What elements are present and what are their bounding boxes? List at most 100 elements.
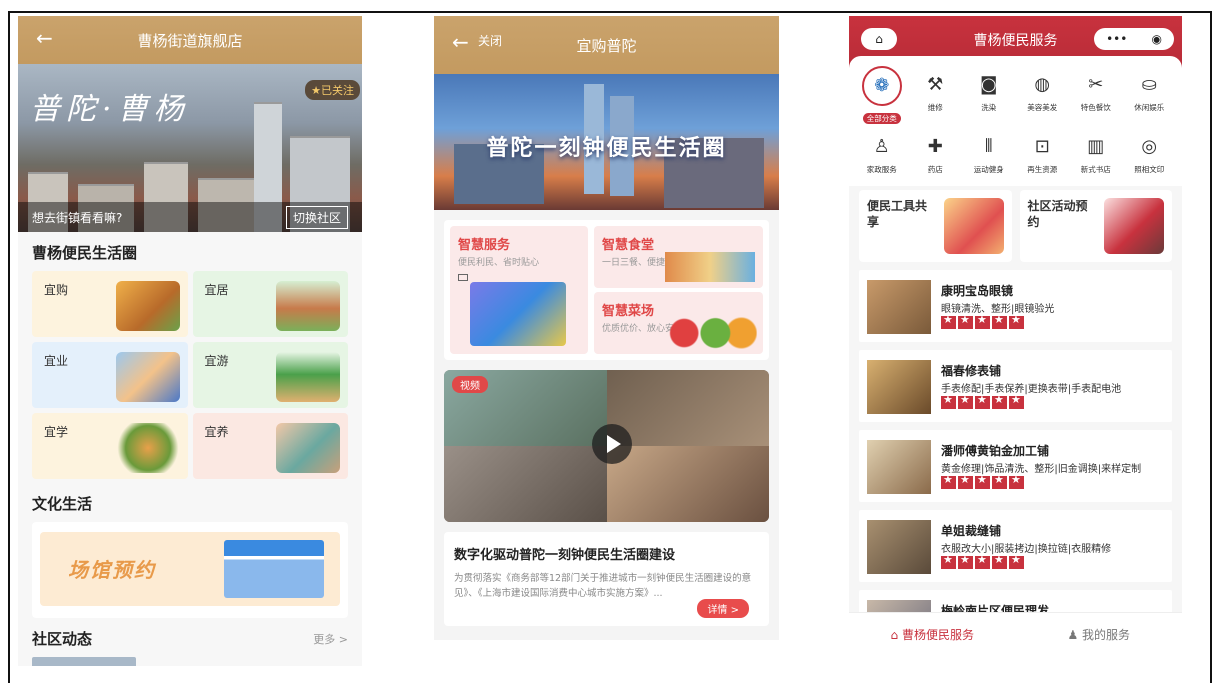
close-button[interactable]: 关闭	[478, 32, 502, 49]
camera-icon: ◎	[1141, 136, 1158, 157]
category-panel: ❁ 全部分类 ⚒ 维修 ◙ 洗染 ◍ 美容美发 ✂ 特色餐饮 ⛀ 休闲娱乐 ♙ 家政服务 ✚ 药店 ⦀ 运动健身 ⊡…	[849, 56, 1182, 186]
activity-booking-card[interactable]: 社区活动预约	[1019, 190, 1172, 262]
star-icon	[958, 313, 973, 329]
detail-button[interactable]: 详情 >	[697, 599, 749, 618]
category-recycle[interactable]: ⊡ 再生资源	[1016, 128, 1070, 182]
shop-name: 福春修表铺	[941, 364, 1002, 378]
promo-banner[interactable]: 普陀一刻钟便民生活圈	[434, 74, 779, 210]
dining-icon: ✂	[1088, 74, 1104, 95]
washer-icon: ◙	[980, 74, 998, 95]
shop-row[interactable]: 潘师傅黄铂金加工铺黄金修理|饰品清洗、整形|旧金调换|来样定制	[859, 430, 1172, 502]
leisure-icon: ⛀	[1141, 74, 1157, 95]
category-dining[interactable]: ✂ 特色餐饮	[1069, 66, 1123, 120]
mini-program-capsule: ••• ◉	[1094, 28, 1174, 50]
header-bar: ← 曹杨街道旗舰店	[18, 16, 362, 64]
star-icon	[1009, 553, 1024, 569]
category-camera[interactable]: ◎ 照相文印	[1123, 128, 1177, 182]
star-icon	[941, 553, 956, 569]
news-body: 为贯彻落实《商务部等12部门关于推进城市一刻钟便民生活圈建设的意见》、《上海市建…	[454, 573, 752, 599]
shop-row[interactable]: 康明宝岛眼镜 眼镜清洗、整形|眼镜验光	[859, 270, 1172, 342]
star-icon	[1009, 393, 1024, 409]
category-tools[interactable]: ⚒ 维修	[909, 66, 963, 120]
video-player[interactable]: 视频	[444, 370, 769, 522]
back-arrow-icon[interactable]: ←	[36, 26, 53, 50]
shop-row[interactable]: 福春修表铺 手表修配|手表保养|更换表带|手表配电池	[859, 350, 1172, 422]
back-arrow-icon[interactable]: ←	[452, 30, 469, 54]
star-icon	[941, 313, 956, 329]
recycle-icon: ⊡	[1034, 136, 1050, 157]
venue-booking-card[interactable]: 场馆预约	[32, 522, 348, 618]
pharmacy-icon: ✚	[927, 136, 943, 157]
card-smart-canteen[interactable]: 智慧食堂 一日三餐、便捷舒心	[594, 226, 763, 288]
home-tab-icon: ⌂	[890, 628, 902, 642]
rating-stars	[941, 393, 1024, 409]
section-title-life: 曹杨便民生活圈	[32, 244, 138, 262]
calendar-icon	[224, 540, 324, 598]
play-icon[interactable]	[592, 424, 632, 464]
shop-thumbnail	[867, 360, 931, 414]
tile-living[interactable]: 宜居	[192, 271, 348, 337]
tile-study[interactable]: 宜学	[32, 413, 188, 479]
user-icon: ♟	[1067, 628, 1083, 642]
video-tag: 视频	[452, 376, 488, 393]
switch-community-button[interactable]: 切换社区	[285, 205, 348, 229]
category-pharmacy[interactable]: ✚ 药店	[909, 128, 963, 182]
star-icon	[992, 473, 1007, 489]
category-washer[interactable]: ◙ 洗染	[962, 66, 1016, 120]
tool-share-card[interactable]: 便民工具共享	[859, 190, 1012, 262]
news-title: 数字化驱动普陀一刻钟便民生活圈建设	[454, 548, 676, 563]
category-bookstore[interactable]: ▥ 新式书店	[1069, 128, 1123, 182]
news-card[interactable]: 数字化驱动普陀一刻钟便民生活圈建设 为贯彻落实《商务部等12部门关于推进城市一刻…	[444, 532, 769, 626]
street-banner: 普陀·曹杨 ★已关注 想去街镇看看嘛? 切换社区	[18, 64, 362, 232]
tile-shopping[interactable]: 宜购	[32, 271, 188, 337]
star-icon	[992, 313, 1007, 329]
star-icon	[975, 553, 990, 569]
star-icon	[975, 473, 990, 489]
shop-name: 潘师傅黄铂金加工铺	[941, 444, 1050, 458]
office-icon	[115, 352, 180, 402]
phone-caoyang-service: ⌂ 曹杨便民服务 ••• ◉ ❁ 全部分类 ⚒ 维修 ◙ 洗染 ◍ 美容美发 ✂ 特色餐饮 ⛀ 休闲娱…	[849, 16, 1182, 656]
star-icon	[1009, 473, 1024, 489]
tab-service[interactable]: ⌂ 曹杨便民服务	[849, 613, 1016, 656]
tile-elderly[interactable]: 宜养	[192, 413, 348, 479]
shop-thumbnail	[867, 440, 931, 494]
house-icon	[276, 281, 340, 331]
category-grid[interactable]: ❁ 全部分类	[855, 66, 909, 124]
smart-terminal-icon	[470, 282, 566, 346]
category-fitness[interactable]: ⦀ 运动健身	[962, 128, 1016, 182]
phone-yigou-putuo: ← 关闭 宜购普陀 普陀一刻钟便民生活圈 智慧服务 便民利民、省时贴心 智慧食堂…	[434, 16, 779, 640]
header-bar: ← 关闭 宜购普陀	[434, 16, 779, 74]
category-leisure[interactable]: ⛀ 休闲娱乐	[1123, 66, 1177, 120]
banner-footer: 想去街镇看看嘛? 切换社区	[18, 202, 362, 232]
life-tile-grid: 宜购 宜居 宜业 宜游 宜学 宜养	[18, 271, 362, 479]
star-icon	[1009, 313, 1024, 329]
page-title: 曹杨街道旗舰店	[137, 31, 243, 50]
tools-icon: ⚒	[927, 74, 944, 95]
activity-people-icon	[1104, 198, 1164, 254]
more-dots-icon[interactable]: •••	[1106, 32, 1127, 46]
store-badge-icon	[458, 274, 468, 281]
star-icon	[975, 393, 990, 409]
shop-desc: 黄金修理|饰品清洗、整形|旧金调换|来样定制	[941, 464, 1142, 475]
rating-stars	[941, 473, 1024, 489]
shop-name: 单姐裁缝铺	[941, 524, 1002, 538]
tile-travel[interactable]: 宜游	[192, 342, 348, 408]
card-smart-market[interactable]: 智慧菜场 优质优价、放心安心	[594, 292, 763, 354]
elderly-people-icon	[276, 423, 340, 473]
more-link[interactable]: 更多 >	[313, 631, 348, 647]
grocery-bag-icon	[115, 281, 180, 331]
category-housekeeping[interactable]: ♙ 家政服务	[855, 128, 909, 182]
card-smart-service[interactable]: 智慧服务 便民利民、省时贴心	[450, 226, 588, 354]
rating-stars	[941, 313, 1024, 329]
community-thumbnail[interactable]	[32, 657, 136, 666]
tool-share-label: 便民工具共享	[867, 199, 928, 229]
tile-work[interactable]: 宜业	[32, 342, 188, 408]
bottom-tab-bar: ⌂ 曹杨便民服务 ♟ 我的服务	[849, 612, 1182, 656]
tab-mine[interactable]: ♟ 我的服务	[1016, 613, 1183, 656]
category-salon[interactable]: ◍ 美容美发	[1016, 66, 1070, 120]
shop-row[interactable]: 单姐裁缝铺 衣服改大小|服装拷边|换拉链|衣服精修	[859, 510, 1172, 582]
knowledge-tree-icon	[115, 423, 180, 473]
fitness-icon: ⦀	[984, 136, 993, 157]
follow-badge[interactable]: ★已关注	[305, 80, 360, 100]
exit-target-icon[interactable]: ◉	[1151, 32, 1161, 46]
